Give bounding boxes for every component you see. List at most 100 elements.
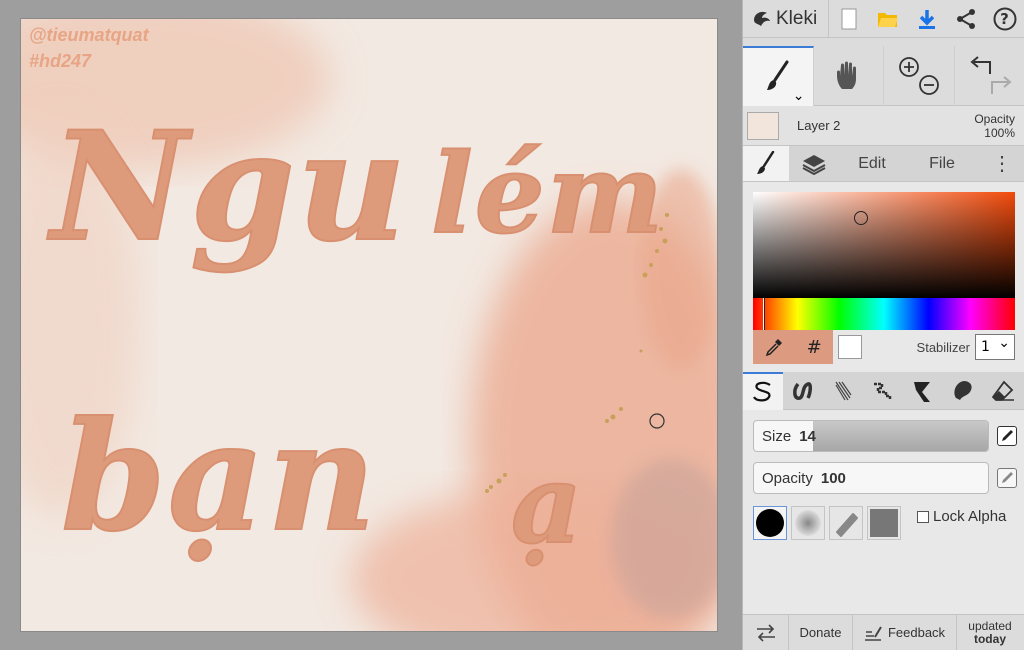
feedback-label: Feedback — [887, 625, 946, 640]
more-options-icon[interactable]: ⋮ — [979, 146, 1024, 181]
round-soft-tip-button[interactable] — [791, 506, 825, 540]
current-color-swatch[interactable]: # — [753, 330, 833, 364]
footer-bar: Donate Feedback updated today — [743, 614, 1024, 650]
watermark-hashtag: #hd247 — [29, 51, 92, 71]
canvas-area[interactable]: @tieumatquat #hd247 Ngu lém bạn ạ — [0, 0, 742, 650]
hue-slider-handle[interactable] — [763, 298, 765, 330]
chisel-icon — [836, 513, 858, 537]
chevron-down-icon[interactable]: ⌄ — [793, 88, 805, 104]
size-label: Size — [762, 427, 792, 445]
new-file-button[interactable] — [829, 0, 868, 38]
app-name: Kleki — [776, 7, 818, 29]
layer-preview-bar[interactable]: Layer 2 Opacity 100% — [743, 106, 1024, 146]
blend-brush-icon — [793, 382, 813, 400]
hex-input-icon[interactable]: # — [807, 337, 822, 358]
lock-alpha-label: Lock Alpha — [933, 508, 1007, 525]
swap-side-button[interactable] — [743, 615, 789, 650]
lettering-ban: bạn — [60, 388, 379, 566]
tab-edit[interactable]: Edit — [839, 146, 905, 181]
undo-icon[interactable] — [970, 56, 991, 74]
changelog-button[interactable]: updated today — [957, 615, 1023, 650]
app-logo[interactable]: Kleki — [743, 0, 829, 38]
lock-alpha-toggle[interactable]: Lock Alpha — [917, 508, 1006, 525]
zoom-buttons — [884, 46, 955, 106]
color-panel: # Stabilizer 1 — [743, 182, 1024, 372]
tab-file[interactable]: File — [905, 146, 979, 181]
feedback-icon — [864, 625, 882, 641]
layer-thumbnail — [747, 111, 779, 140]
tab-brush[interactable] — [743, 146, 789, 181]
brush-icon — [766, 60, 789, 90]
opacity-pressure-toggle[interactable] — [997, 468, 1017, 488]
secondary-color-swatch[interactable] — [838, 335, 862, 359]
eyedropper-icon[interactable] — [764, 337, 784, 357]
pen-pressure-icon — [1002, 472, 1013, 483]
size-pressure-toggle[interactable] — [997, 426, 1017, 446]
hue-slider[interactable] — [753, 298, 1015, 330]
round-hard-tip-button[interactable] — [753, 506, 787, 540]
updated-label: updated — [968, 618, 1012, 633]
opacity-value: 100 — [820, 469, 846, 487]
drawing-canvas[interactable]: @tieumatquat #hd247 Ngu lém bạn ạ — [21, 19, 717, 631]
sidebar: Kleki ? ⌄ Layer 2 Opacity 100% Edit File… — [742, 0, 1024, 650]
opacity-label: Opacity — [762, 469, 813, 487]
sketchy-brush-tab[interactable] — [823, 372, 863, 410]
size-slider[interactable]: Size 14 — [753, 420, 989, 452]
layers-icon — [802, 154, 826, 175]
brush-settings-panel: Size 14 Opacity 100 Lock Alpha — [743, 410, 1024, 615]
tool-bar: ⌄ — [743, 46, 1024, 106]
opacity-slider[interactable]: Opacity 100 — [753, 462, 989, 494]
share-button[interactable] — [946, 0, 985, 38]
brush-icon — [757, 150, 775, 174]
help-button[interactable]: ? — [985, 0, 1024, 38]
eraser-tab[interactable] — [983, 372, 1023, 410]
pen-pressure-icon — [1002, 430, 1013, 441]
watermark-handle: @tieumatquat — [29, 25, 149, 45]
donate-button[interactable]: Donate — [789, 615, 853, 650]
saturation-value-picker[interactable] — [753, 192, 1015, 298]
square-tip-button[interactable] — [867, 506, 901, 540]
size-value: 14 — [799, 427, 816, 445]
open-folder-icon — [877, 12, 898, 27]
download-button[interactable] — [907, 0, 946, 38]
layer-opacity: Opacity 100% — [974, 112, 1015, 140]
lock-alpha-checkbox[interactable] — [917, 510, 929, 523]
panel-tabs: Edit File ⋮ — [743, 146, 1024, 182]
lettering-a: ạ — [510, 438, 585, 569]
chemy-brush-tab[interactable] — [903, 372, 943, 410]
hand-tool-button[interactable] — [814, 46, 884, 106]
pixel-brush-icon — [874, 382, 892, 400]
round-hard-icon — [756, 509, 784, 537]
color-controls: # Stabilizer 1 — [753, 330, 1015, 364]
eraser-icon — [991, 380, 1014, 401]
kleki-logo-icon — [754, 11, 770, 26]
top-bar: Kleki ? — [743, 0, 1024, 38]
chisel-tip-button[interactable] — [829, 506, 863, 540]
redo-icon[interactable] — [990, 76, 1012, 94]
smudge-brush-tab[interactable] — [943, 372, 983, 410]
sketchy-brush-icon — [835, 381, 852, 401]
round-soft-icon — [795, 510, 821, 536]
square-icon — [870, 509, 898, 537]
zoom-out-icon[interactable] — [918, 75, 939, 95]
feedback-button[interactable]: Feedback — [853, 615, 957, 650]
history-icons — [970, 56, 1012, 94]
swap-arrows-icon — [756, 623, 775, 642]
stabilizer-select[interactable]: 1 — [975, 334, 1015, 360]
lettering-lem: lém — [430, 128, 666, 259]
pixel-brush-tab[interactable] — [863, 372, 903, 410]
layer-name: Layer 2 — [797, 118, 841, 133]
updated-date: today — [973, 631, 1006, 646]
tab-layers[interactable] — [789, 146, 839, 181]
brush-tool-button[interactable]: ⌄ — [743, 46, 814, 106]
pen-brush-tab[interactable] — [743, 372, 783, 410]
open-file-button[interactable] — [868, 0, 907, 38]
zoom-in-icon[interactable] — [898, 57, 919, 77]
layer-opacity-label: Opacity — [974, 111, 1015, 126]
zoom-icons — [898, 57, 939, 95]
download-icon — [918, 9, 935, 29]
blend-brush-tab[interactable] — [783, 372, 823, 410]
color-picker-cursor[interactable] — [854, 211, 868, 225]
brush-type-tabs — [743, 372, 1024, 410]
help-glyph: ? — [1000, 9, 1009, 28]
